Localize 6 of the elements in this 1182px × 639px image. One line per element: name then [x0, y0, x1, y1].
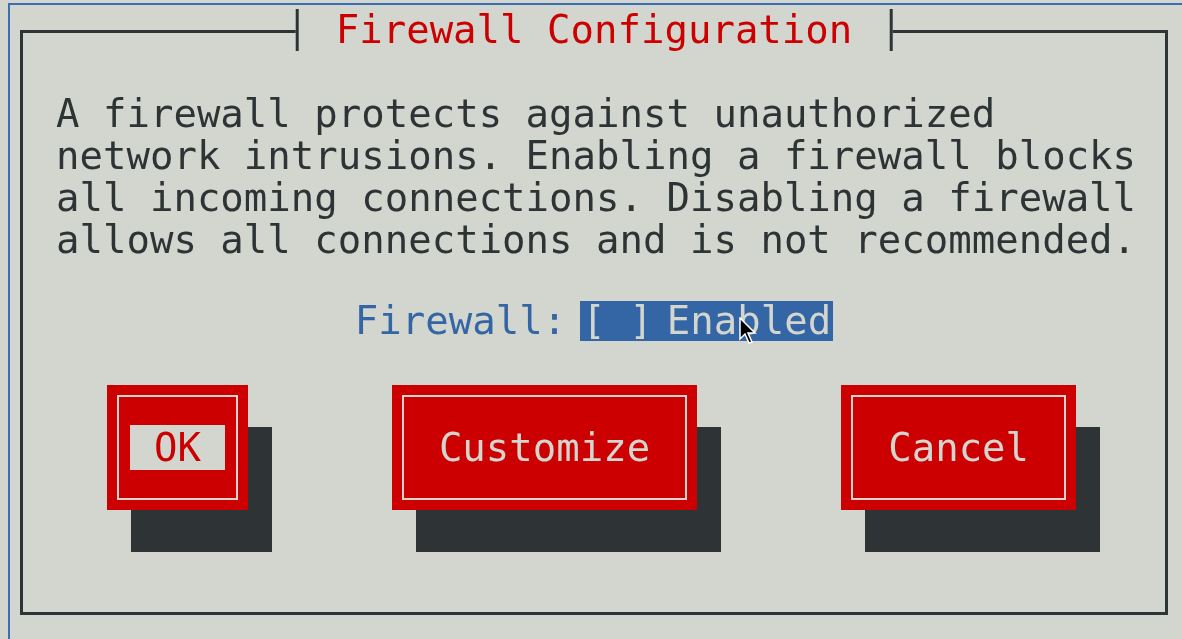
- dialog-button[interactable]: OK: [106, 385, 248, 510]
- dialog-button[interactable]: Cancel: [841, 385, 1077, 510]
- dialog-button[interactable]: Customize: [391, 385, 698, 510]
- description-text: A firewall protects against unauthorized network intrusions. Enabling a firewall blocks all incoming connections. Disabling a firewall allows all connections and is not recommended.: [56, 93, 1138, 261]
- dialog-title: Firewall Configuration: [295, 9, 893, 51]
- field-label: Firewall:: [354, 301, 567, 341]
